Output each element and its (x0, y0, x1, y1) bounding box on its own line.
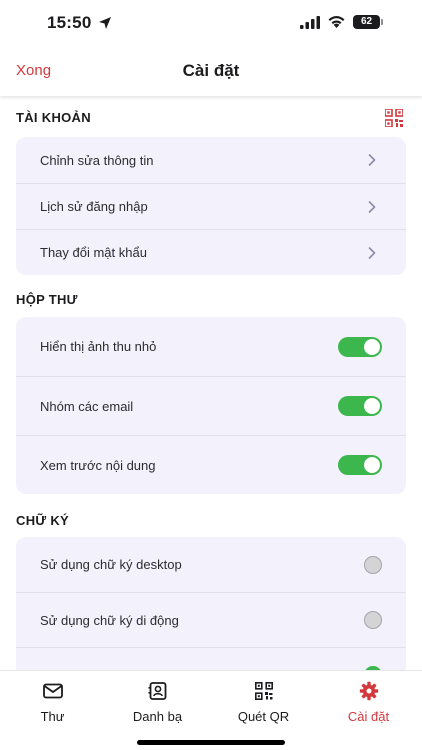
preview-content-toggle[interactable] (338, 455, 382, 475)
row-label: Thay đổi mật khẩu (40, 245, 147, 260)
row-label: Hiển thị ảnh thu nhỏ (40, 339, 157, 354)
section-header-account: TÀI KHOẢN (16, 110, 91, 125)
account-group: Chỉnh sửa thông tin Lịch sử đăng nhập Th… (16, 137, 406, 275)
row-label: Sử dụng chữ ký di động (40, 612, 179, 628)
edit-profile-row[interactable]: Chỉnh sửa thông tin (16, 137, 406, 183)
section-header-signature: CHỮ KÝ (16, 513, 70, 528)
mobile-signature-radio[interactable] (364, 611, 382, 629)
desktop-signature-row[interactable]: Sử dụng chữ ký desktop (16, 537, 406, 592)
mailbox-group: Hiển thị ảnh thu nhỏ Nhóm các email Xem … (16, 317, 406, 494)
desktop-signature-radio[interactable] (364, 555, 382, 574)
mail-icon (42, 683, 63, 699)
group-emails-row: Nhóm các email (16, 376, 406, 435)
preview-content-row: Xem trước nội dung (16, 435, 406, 494)
location-arrow-icon (99, 17, 111, 29)
row-label: Lịch sử đăng nhập (40, 199, 148, 214)
tab-label: Thư (40, 709, 65, 724)
tab-mail[interactable]: Thư (0, 671, 105, 731)
show-thumbnails-row: Hiển thị ảnh thu nhỏ (16, 317, 406, 376)
tab-label: Quét QR (237, 709, 290, 724)
toggle-knob (364, 398, 380, 414)
cellular-signal-icon (300, 16, 320, 29)
toggle-knob (364, 457, 380, 473)
mobile-signature-row[interactable]: Sử dụng chữ ký di động (16, 592, 406, 647)
status-time: 15:50 (47, 13, 92, 32)
tab-bar: Thư Danh bạ Quét QR Cài đặt (0, 670, 422, 750)
chevron-right-icon (368, 200, 376, 213)
section-header-mailbox: HỘP THƯ (16, 292, 78, 307)
tab-label: Danh bạ (132, 709, 183, 724)
signature-option-row[interactable] (16, 647, 406, 670)
row-label: Chỉnh sửa thông tin (40, 152, 154, 168)
row-label: Xem trước nội dung (40, 457, 156, 473)
row-label: Nhóm các email (40, 398, 134, 414)
signature-group: Sử dụng chữ ký desktop Sử dụng chữ ký di… (16, 537, 406, 670)
tab-contacts[interactable]: Danh bạ (105, 671, 210, 731)
toggle-knob (364, 338, 380, 355)
row-label: Sử dụng chữ ký desktop (40, 557, 182, 572)
tab-label: Cài đặt (347, 709, 390, 724)
status-bar: 15:50 62 (0, 0, 422, 48)
navigation-bar: Xong Cài đặt (0, 48, 422, 96)
page-title: Cài đặt (182, 61, 240, 80)
show-thumbnails-toggle[interactable] (338, 336, 382, 357)
battery-cap (381, 19, 383, 25)
qr-icon (254, 682, 273, 700)
tab-scan-qr[interactable]: Quét QR (211, 671, 316, 731)
contacts-icon (148, 682, 166, 700)
tab-settings[interactable]: Cài đặt (316, 671, 421, 731)
change-password-row[interactable]: Thay đổi mật khẩu (16, 229, 406, 275)
gear-icon (359, 681, 378, 701)
battery-indicator: 62 (353, 15, 380, 29)
group-emails-toggle[interactable] (338, 396, 382, 416)
qr-code-icon[interactable] (385, 109, 403, 127)
wifi-icon (328, 16, 345, 28)
home-indicator (137, 740, 285, 745)
login-history-row[interactable]: Lịch sử đăng nhập (16, 183, 406, 229)
chevron-right-icon (368, 246, 376, 259)
settings-content[interactable]: TÀI KHOẢN Chỉnh sửa thông tin Lịch sử đă… (0, 96, 422, 670)
chevron-right-icon (368, 154, 376, 166)
